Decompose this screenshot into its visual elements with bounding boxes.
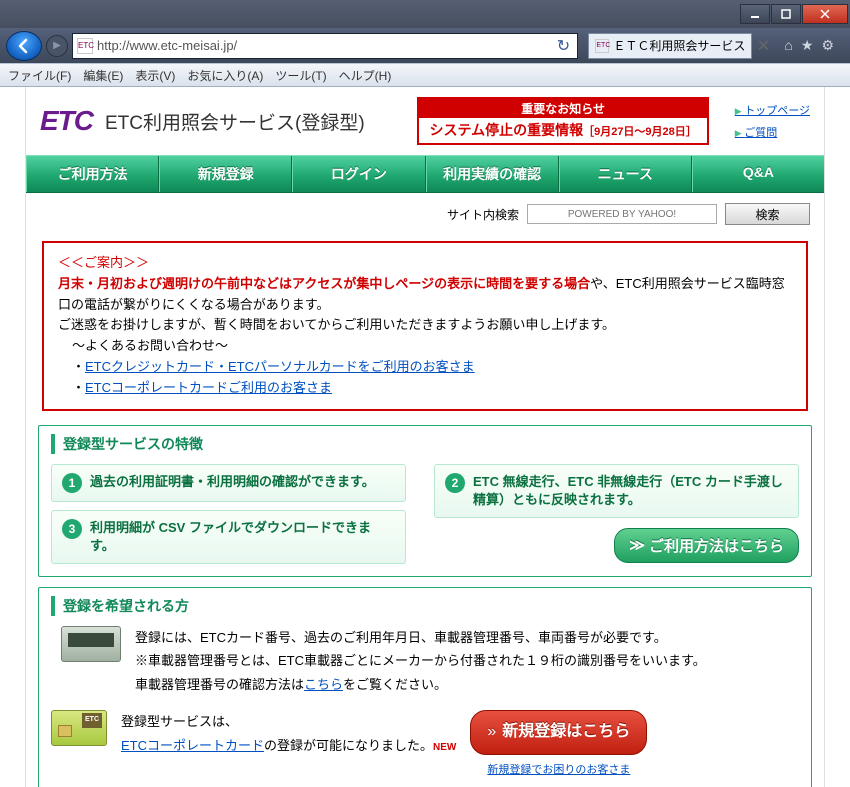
register-help-link[interactable]: 新規登録でお困りのお客さま xyxy=(470,761,647,781)
register-heading: 登録を希望される方 xyxy=(51,596,799,616)
url-input[interactable] xyxy=(97,38,549,53)
search-button[interactable]: 検索 xyxy=(725,203,810,225)
header-links: トップページ ご質問 xyxy=(735,102,810,140)
feature-1-text: 過去の利用証明書・利用明細の確認ができます。 xyxy=(90,473,375,491)
new-badge: NEW xyxy=(433,742,456,753)
feature-2-text: ETC 無線走行、ETC 非無線走行（ETC カード手渡し精算）ともに反映されま… xyxy=(473,473,788,509)
search-input[interactable] xyxy=(527,204,717,224)
browser-toolbar-icons: ⌂ ★ ⚙ xyxy=(774,37,844,54)
usage-guide-button[interactable]: ご利用方法はこちら xyxy=(614,528,799,563)
register-requirements: 登録には、ETCカード番号、過去のご利用年月日、車載器管理番号、車両番号が必要で… xyxy=(135,626,706,696)
register-p4-pre: 登録型サービスは、 xyxy=(121,710,456,733)
notice-subhead: ～よくあるお問い合わせ～ xyxy=(58,336,792,357)
site-search: サイト内検索 検索 xyxy=(26,193,824,235)
tools-icon[interactable]: ⚙ xyxy=(821,37,834,54)
nav-usage[interactable]: ご利用方法 xyxy=(26,156,159,192)
register-p3: 車載器管理番号の確認方法はこちらをご覧ください。 xyxy=(135,673,706,696)
arrow-left-icon xyxy=(16,38,32,54)
menu-edit[interactable]: 編集(E) xyxy=(83,67,123,84)
etc-logo: ETC xyxy=(40,105,93,137)
corporate-card-link[interactable]: ETCコーポレートカード xyxy=(121,738,264,753)
arrow-right-icon: » xyxy=(487,718,496,747)
register-button-label: 新規登録はこちら xyxy=(502,718,630,747)
window-titlebar xyxy=(0,0,850,28)
alert-heading: 重要なお知らせ xyxy=(419,99,706,118)
notice-line1: 月末・月初および週明けの午前中などはアクセスが集中しページの表示に時間を要する場… xyxy=(58,274,792,316)
etc-card-icon xyxy=(51,710,107,746)
register-cta: » 新規登録はこちら 新規登録でお困りのお客さま xyxy=(470,710,647,781)
page-content: ETC ETC利用照会サービス(登録型) 重要なお知らせ システム停止の重要情報… xyxy=(25,87,825,787)
tab-close-button[interactable]: ✕ xyxy=(756,39,770,53)
link-top-page[interactable]: トップページ xyxy=(735,102,810,118)
tab-bar: ETC ＥＴＣ利用照会サービス ✕ xyxy=(588,33,770,59)
feature-2: 2 ETC 無線走行、ETC 非無線走行（ETC カード手渡し精算）ともに反映さ… xyxy=(434,464,799,518)
nav-qa[interactable]: Q&A xyxy=(692,156,824,192)
menu-view[interactable]: 表示(V) xyxy=(135,67,175,84)
feature-1: 1 過去の利用証明書・利用明細の確認ができます。 xyxy=(51,464,406,502)
features-heading: 登録型サービスの特徴 xyxy=(51,434,799,454)
minimize-button[interactable] xyxy=(740,4,770,24)
close-icon xyxy=(820,9,830,19)
nav-login[interactable]: ログイン xyxy=(292,156,425,192)
notice-line2: ご迷惑をお掛けしますが、暫く時間をおいてからご利用いただきますようお願い申し上げ… xyxy=(58,315,792,336)
feature-number-icon: 3 xyxy=(62,519,82,539)
usage-guide-label: ご利用方法はこちら xyxy=(649,535,784,556)
home-icon[interactable]: ⌂ xyxy=(784,37,792,54)
forward-button[interactable]: ▶ xyxy=(46,35,68,57)
address-bar: ETC ↻ xyxy=(72,33,578,59)
etc-device-icon xyxy=(51,626,121,676)
nav-register[interactable]: 新規登録 xyxy=(159,156,292,192)
notice-line1-emph: 月末・月初および週明けの午前中などはアクセスが集中しページの表示に時間を要する場… xyxy=(58,276,590,291)
close-button[interactable] xyxy=(802,4,848,24)
browser-tab[interactable]: ETC ＥＴＣ利用照会サービス xyxy=(588,33,752,59)
register-corporate-info: 登録型サービスは、 ETCコーポレートカードの登録が可能になりました。NEW xyxy=(121,710,456,757)
maximize-icon xyxy=(781,9,791,19)
menu-file[interactable]: ファイル(F) xyxy=(8,67,71,84)
link-faq[interactable]: ご質問 xyxy=(735,124,810,140)
register-p4: ETCコーポレートカードの登録が可能になりました。NEW xyxy=(121,734,456,757)
feature-3-text: 利用明細が CSV ファイルでダウンロードできます。 xyxy=(90,519,395,555)
feature-number-icon: 1 xyxy=(62,473,82,493)
minimize-icon xyxy=(750,9,760,19)
tab-favicon-icon: ETC xyxy=(595,39,609,53)
site-header: ETC ETC利用照会サービス(登録型) 重要なお知らせ システム停止の重要情報… xyxy=(26,87,824,155)
new-register-button[interactable]: » 新規登録はこちら xyxy=(470,710,647,755)
back-button[interactable] xyxy=(6,31,42,61)
nav-news[interactable]: ニュース xyxy=(559,156,692,192)
feature-3: 3 利用明細が CSV ファイルでダウンロードできます。 xyxy=(51,510,406,564)
feature-number-icon: 2 xyxy=(445,473,465,493)
notice-heading: ＜＜ご案内＞＞ xyxy=(58,253,792,274)
browser-window: ▶ ETC ↻ ETC ＥＴＣ利用照会サービス ✕ ⌂ ★ ⚙ ファイル(F) … xyxy=(0,0,850,787)
browser-viewport[interactable]: ETC ETC利用照会サービス(登録型) 重要なお知らせ システム停止の重要情報… xyxy=(0,87,850,787)
alert-body: システム停止の重要情報［9月27日～9月28日］ xyxy=(429,120,696,140)
browser-navbar: ▶ ETC ↻ ETC ＥＴＣ利用照会サービス ✕ ⌂ ★ ⚙ xyxy=(0,28,850,63)
search-label: サイト内検索 xyxy=(447,206,519,223)
site-title: ETC利用照会サービス(登録型) xyxy=(105,108,365,135)
alert-dates: ［9月27日～9月28日］ xyxy=(583,126,697,138)
main-nav: ご利用方法 新規登録 ログイン 利用実績の確認 ニュース Q&A xyxy=(26,155,824,193)
register-section: 登録を希望される方 登録には、ETCカード番号、過去のご利用年月日、車載器管理番… xyxy=(38,587,812,787)
faq-link-credit-personal[interactable]: ETCクレジットカード・ETCパーソナルカードをご利用のお客さま xyxy=(85,359,475,374)
menu-tools[interactable]: ツール(T) xyxy=(275,67,326,84)
nav-records[interactable]: 利用実績の確認 xyxy=(426,156,559,192)
device-number-help-link[interactable]: こちら xyxy=(304,677,343,692)
maximize-button[interactable] xyxy=(771,4,801,24)
tab-title: ＥＴＣ利用照会サービス xyxy=(613,37,745,54)
faq-link-corporate[interactable]: ETCコーポレートカードご利用のお客さま xyxy=(85,380,332,395)
features-section: 登録型サービスの特徴 1 過去の利用証明書・利用明細の確認ができます。 3 利用… xyxy=(38,425,812,577)
register-p1: 登録には、ETCカード番号、過去のご利用年月日、車載器管理番号、車両番号が必要で… xyxy=(135,626,706,649)
guidance-notice: ＜＜ご案内＞＞ 月末・月初および週明けの午前中などはアクセスが集中しページの表示… xyxy=(42,241,808,411)
alert-body-text: システム停止の重要情報 xyxy=(429,122,583,138)
menu-favorites[interactable]: お気に入り(A) xyxy=(187,67,263,84)
register-p2: ※車載器管理番号とは、ETC車載器ごとにメーカーから付番された１９桁の識別番号を… xyxy=(135,649,706,672)
reload-button[interactable]: ↻ xyxy=(553,36,573,56)
browser-menubar: ファイル(F) 編集(E) 表示(V) お気に入り(A) ツール(T) ヘルプ(… xyxy=(0,63,850,87)
favicon-icon: ETC xyxy=(77,38,93,54)
menu-help[interactable]: ヘルプ(H) xyxy=(339,67,392,84)
favorites-icon[interactable]: ★ xyxy=(801,37,814,54)
notice-link-row2: ・ETCコーポレートカードご利用のお客さま xyxy=(58,378,792,399)
notice-link-row1: ・ETCクレジットカード・ETCパーソナルカードをご利用のお客さま xyxy=(58,357,792,378)
important-notice-box[interactable]: 重要なお知らせ システム停止の重要情報［9月27日～9月28日］ xyxy=(417,97,708,145)
